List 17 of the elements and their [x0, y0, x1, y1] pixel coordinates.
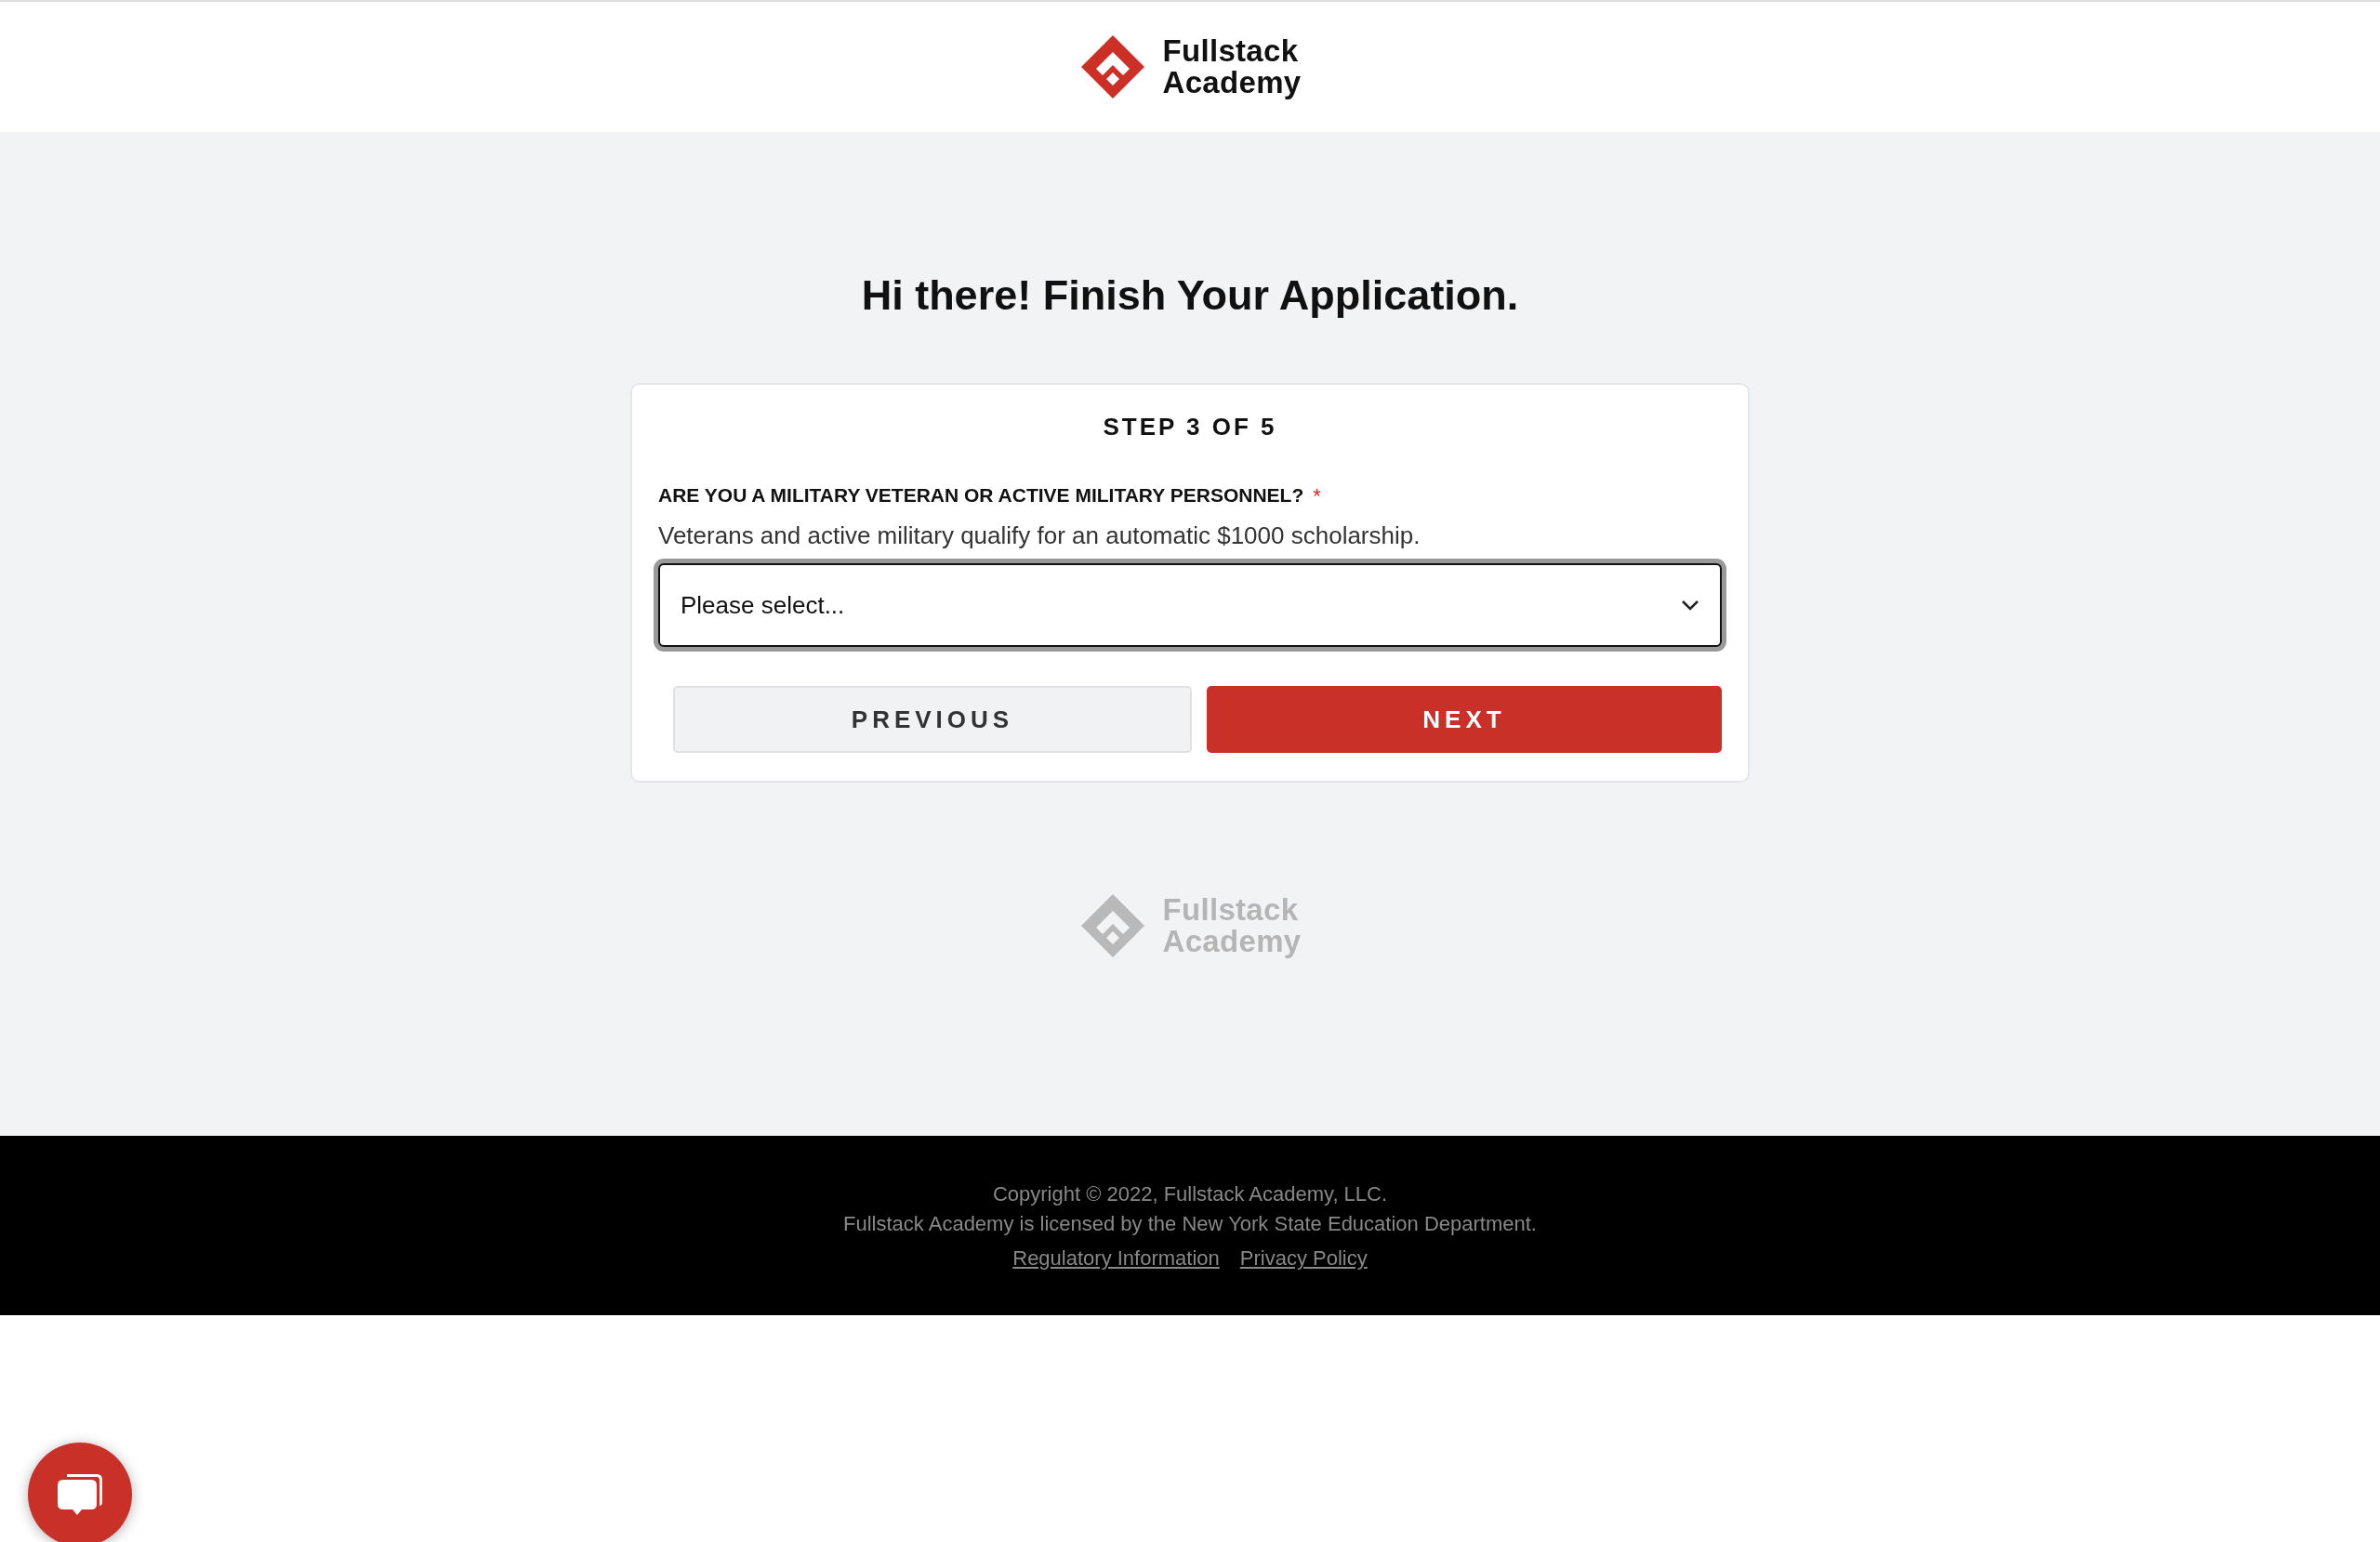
page-heading: Hi there! Finish Your Application. [861, 271, 1519, 321]
chat-button[interactable] [28, 1443, 132, 1542]
footer-text: Copyright © 2022, Fullstack Academy, LLC. [992, 1181, 1388, 1207]
question-label: ARE YOU A MILITARY VETERAN OR ACTIVE MILITARY PERSONNEL? [658, 484, 1304, 507]
chevron-down-icon [1681, 600, 1699, 611]
help-text: Veterans and active military qualify for an automatic $1000 scholarship. [658, 521, 1421, 550]
footer-link[interactable]: Regulatory Information [1012, 1246, 1220, 1271]
next-button[interactable]: NEXT [1207, 686, 1722, 753]
step-indicator: STEP 3 OF 5 [1103, 413, 1277, 442]
logo-text: Fullstack [1162, 35, 1300, 67]
logo-text: Fullstack [1162, 894, 1300, 926]
previous-button[interactable]: PREVIOUS [673, 686, 1192, 753]
footer-link[interactable]: Privacy Policy [1239, 1246, 1368, 1271]
logo-text: Academy [1162, 926, 1302, 957]
logo-text: Academy [1162, 67, 1302, 99]
footer-text: Fullstack Academy is licensed by the New York State Education Department. [843, 1211, 1537, 1237]
required-mark: * [1313, 484, 1321, 508]
